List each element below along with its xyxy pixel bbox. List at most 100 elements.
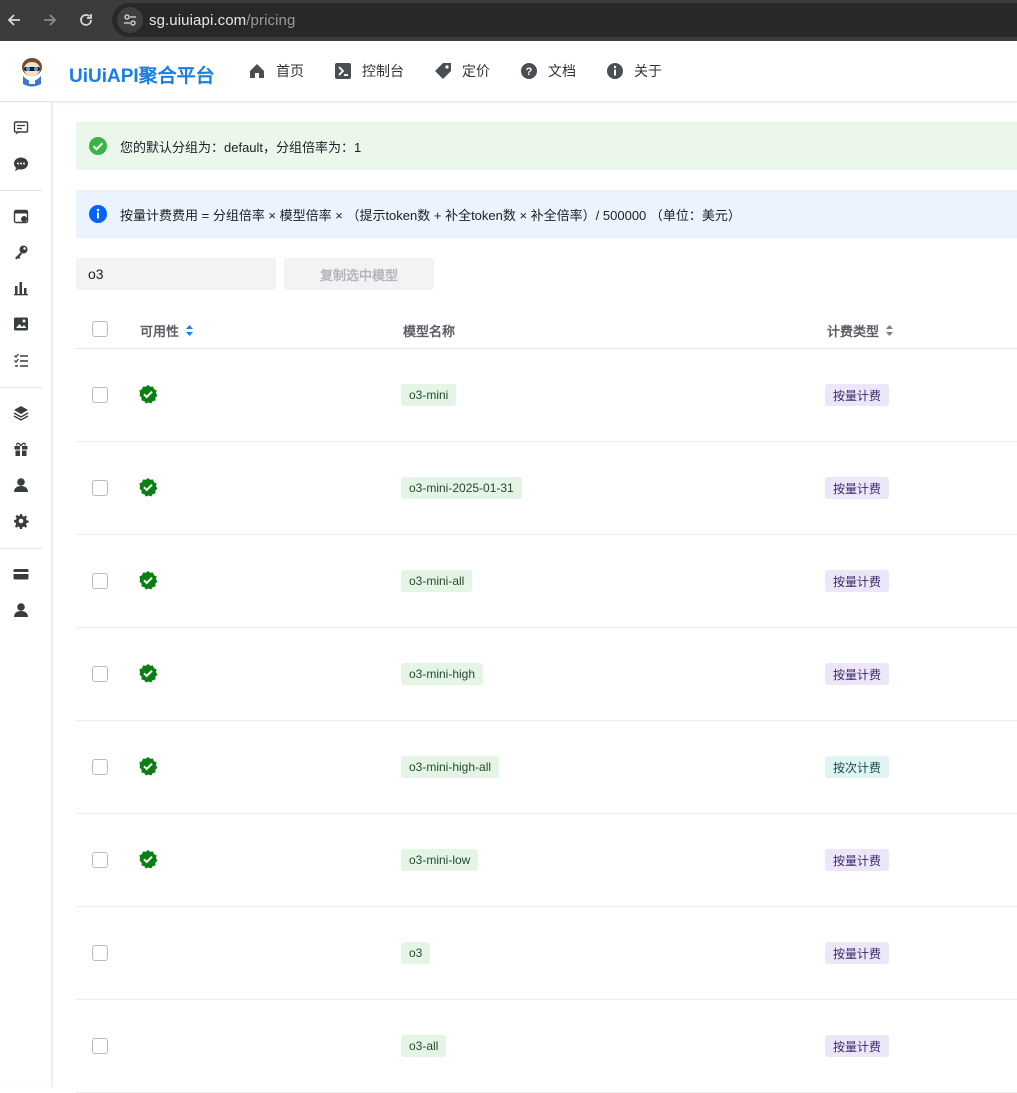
table-row[interactable]: o3 按量计费 (76, 907, 1017, 1000)
row-checkbox[interactable] (92, 387, 108, 403)
brand-logo[interactable] (17, 56, 47, 88)
forward-icon[interactable] (38, 8, 62, 32)
card-icon[interactable] (12, 565, 30, 583)
verified-check-icon (138, 663, 158, 688)
nav-home-label: 首页 (276, 63, 304, 79)
model-name-column-header: 模型名称 (403, 321, 455, 340)
home-icon (250, 64, 264, 78)
settings-icon[interactable] (12, 512, 30, 530)
verified-check-icon (138, 849, 158, 874)
chat-bubble-icon[interactable] (12, 155, 30, 173)
model-name-header-label: 模型名称 (403, 324, 456, 339)
url-text: sg.uiuiapi.com/pricing (149, 11, 296, 29)
verified-check-icon (138, 756, 158, 781)
browser-toolbar: sg.uiuiapi.com/pricing (0, 0, 1017, 41)
gift-icon[interactable] (12, 440, 30, 458)
profile-icon[interactable] (12, 601, 30, 619)
task-list-icon[interactable] (12, 351, 30, 369)
sort-icon[interactable] (185, 324, 194, 337)
table-row[interactable]: o3-mini-low 按量计费 (76, 814, 1017, 907)
table-row[interactable]: o3-mini 按量计费 (76, 349, 1017, 442)
table-row[interactable]: o3-mini-high-all 按次计费 (76, 721, 1017, 814)
availability-header-label: 可用性 (140, 324, 180, 339)
model-name-tag[interactable]: o3-all (401, 1035, 447, 1057)
nav-about-label: 关于 (634, 63, 662, 79)
nav-console[interactable]: 控制台 (334, 61, 404, 81)
availability-column-header[interactable]: 可用性 (140, 321, 194, 340)
billing-type-tag: 按量计费 (825, 849, 890, 871)
verified-check-icon (138, 477, 158, 502)
model-name-tag[interactable]: o3 (401, 942, 431, 964)
site-settings-icon[interactable] (117, 7, 143, 33)
billing-type-tag: 按量计费 (825, 942, 890, 964)
verified-check-icon (138, 384, 158, 409)
success-check-icon (88, 136, 108, 156)
row-checkbox[interactable] (92, 1038, 108, 1054)
model-name-tag[interactable]: o3-mini-all (401, 570, 473, 592)
nav-home[interactable]: 首页 (248, 61, 304, 81)
model-name-tag[interactable]: o3-mini (401, 384, 457, 406)
copy-selected-models-button[interactable]: 复制选中模型 (284, 258, 434, 290)
sidebar (0, 102, 52, 1087)
row-checkbox[interactable] (92, 666, 108, 682)
row-checkbox[interactable] (92, 573, 108, 589)
billing-type-column-header[interactable]: 计费类型 (827, 321, 894, 340)
info-icon (88, 204, 108, 224)
row-checkbox[interactable] (92, 759, 108, 775)
sidebar-divider (0, 190, 42, 191)
select-all-checkbox[interactable] (92, 321, 108, 337)
app-header: UiUiAPI聚合平台 首页 控制台 定价 ? 文档 关于 (0, 41, 1017, 102)
calendar-icon[interactable] (12, 207, 30, 225)
key-icon[interactable] (12, 243, 30, 261)
address-bar[interactable]: sg.uiuiapi.com/pricing (112, 3, 1017, 37)
model-search-input[interactable]: o3 (76, 258, 276, 290)
table-row[interactable]: o3-mini-high 按量计费 (76, 628, 1017, 721)
billing-type-tag: 按量计费 (825, 1035, 890, 1057)
layers-icon[interactable] (12, 404, 30, 422)
row-checkbox[interactable] (92, 480, 108, 496)
billing-formula-banner: 按量计费费用 = 分组倍率 × 模型倍率 × （提示token数 + 补全tok… (76, 190, 1017, 238)
reload-icon[interactable] (74, 8, 98, 32)
search-value: o3 (88, 266, 104, 282)
billing-type-tag: 按量计费 (825, 570, 890, 592)
svg-text:?: ? (526, 66, 533, 78)
terminal-icon (335, 63, 351, 79)
model-name-tag[interactable]: o3-mini-high (401, 663, 484, 685)
table-row[interactable]: o3-mini-all 按量计费 (76, 535, 1017, 628)
model-name-tag[interactable]: o3-mini-high-all (401, 756, 500, 778)
nav-console-label: 控制台 (362, 63, 404, 79)
bar-chart-icon[interactable] (12, 279, 30, 297)
row-checkbox[interactable] (92, 945, 108, 961)
group-info-banner: 您的默认分组为：default，分组倍率为：1 (76, 122, 1017, 170)
tag-icon (435, 63, 451, 79)
nav-about[interactable]: 关于 (606, 61, 662, 81)
table-row[interactable]: o3-all 按量计费 (76, 1000, 1017, 1093)
billing-formula-text: 按量计费费用 = 分组倍率 × 模型倍率 × （提示token数 + 补全tok… (120, 207, 741, 223)
row-checkbox[interactable] (92, 852, 108, 868)
sort-icon[interactable] (885, 324, 894, 337)
billing-type-header-label: 计费类型 (827, 324, 880, 339)
model-name-tag[interactable]: o3-mini-2025-01-31 (401, 477, 522, 499)
table-header: 可用性 模型名称 计费类型 (76, 309, 1017, 349)
nav-docs-label: 文档 (548, 63, 576, 79)
sidebar-divider (0, 548, 42, 549)
nav-pricing[interactable]: 定价 (434, 61, 490, 81)
chat-list-icon[interactable] (12, 119, 30, 137)
sidebar-divider (0, 387, 42, 388)
billing-type-tag: 按量计费 (825, 384, 890, 406)
brand-name[interactable]: UiUiAPI聚合平台 (69, 61, 215, 88)
model-name-tag[interactable]: o3-mini-low (401, 849, 479, 871)
group-info-text: 您的默认分组为：default，分组倍率为：1 (120, 139, 362, 155)
verified-check-icon (138, 570, 158, 595)
billing-type-tag: 按次计费 (825, 756, 890, 778)
top-navigation: 首页 控制台 定价 ? 文档 关于 (248, 61, 692, 81)
info-icon (607, 63, 623, 79)
help-icon: ? (521, 63, 537, 79)
user-icon[interactable] (12, 476, 30, 494)
table-row[interactable]: o3-mini-2025-01-31 按量计费 (76, 442, 1017, 535)
back-icon[interactable] (2, 8, 26, 32)
billing-type-tag: 按量计费 (825, 477, 890, 499)
nav-docs[interactable]: ? 文档 (520, 61, 576, 81)
image-icon[interactable] (12, 315, 30, 333)
billing-type-tag: 按量计费 (825, 663, 890, 685)
